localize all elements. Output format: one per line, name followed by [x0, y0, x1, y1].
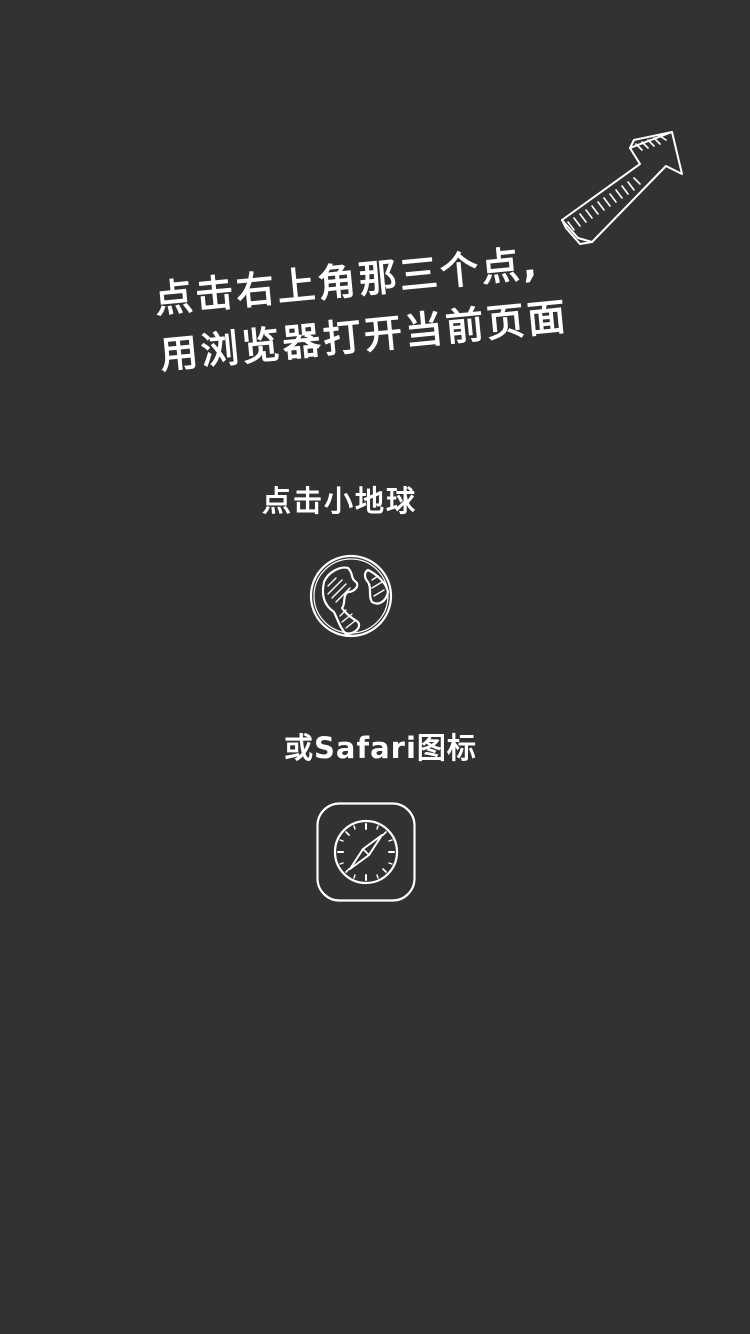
instruction-headline: 点击右上角那三个点, 用浏览器打开当前页面	[152, 227, 631, 384]
globe-icon	[309, 554, 393, 638]
tap-safari-label: 或Safari图标	[284, 731, 477, 765]
safari-compass-icon	[316, 802, 416, 902]
arrow-up-right-icon	[561, 131, 683, 245]
tap-globe-label: 点击小地球	[262, 484, 418, 518]
